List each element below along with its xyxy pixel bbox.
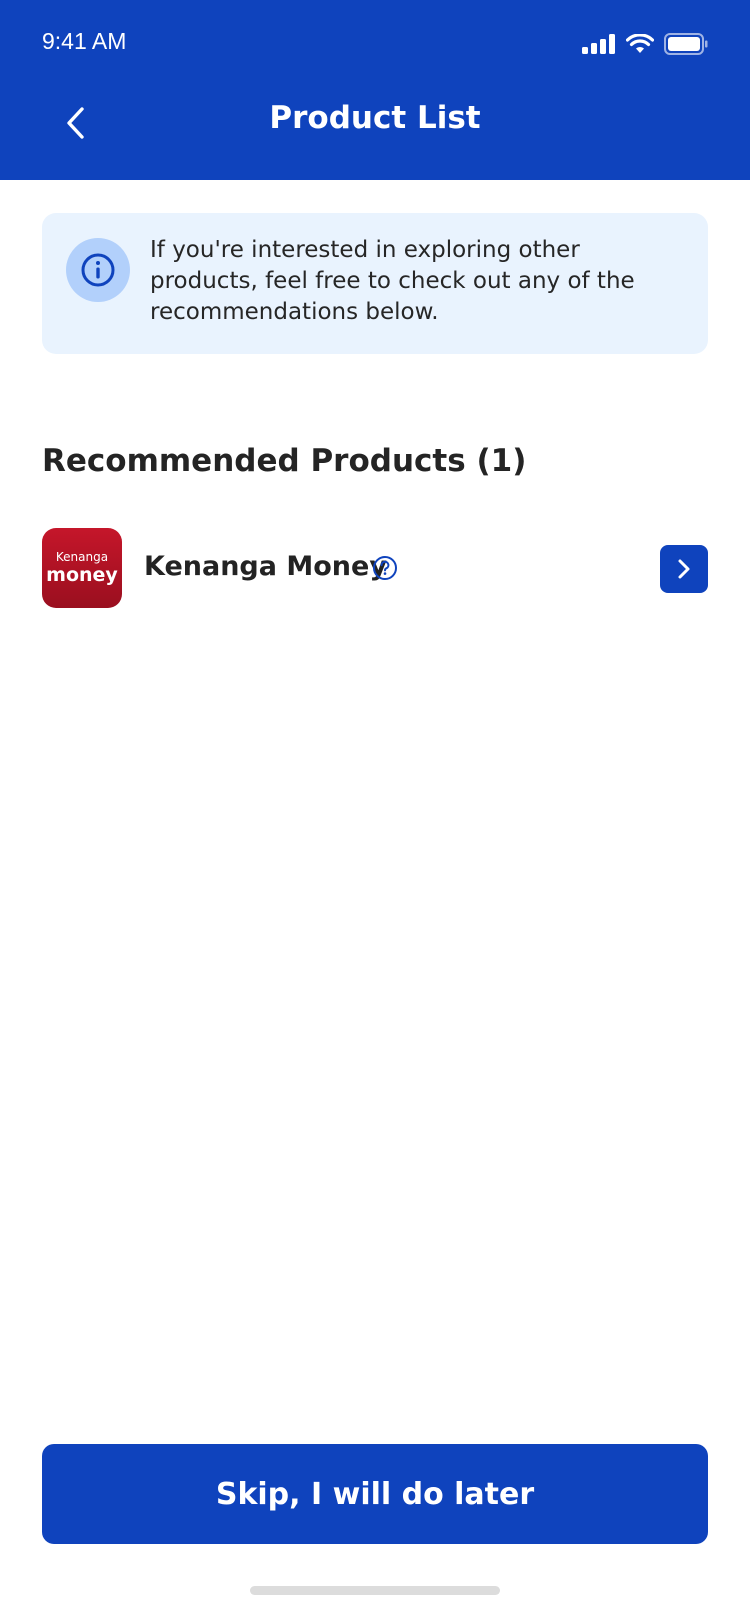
kenanga-money-logo: Kenanga money — [42, 528, 122, 608]
logo-text-top: Kenanga — [55, 550, 109, 564]
product-item[interactable]: Kenanga money Kenanga Money — [42, 528, 708, 608]
info-icon-container — [66, 238, 130, 302]
chevron-right-icon — [678, 559, 690, 579]
home-indicator — [250, 1586, 500, 1595]
status-icons — [582, 30, 708, 58]
page-title: Product List — [269, 100, 481, 136]
signal-icon — [582, 34, 615, 54]
info-icon — [81, 253, 115, 287]
question-circle-icon[interactable] — [372, 555, 398, 581]
product-list-screen: 9:41 AM Product List If you're intereste… — [0, 0, 750, 1624]
logo-text-bottom: money — [46, 564, 118, 586]
status-time: 9:41 AM — [42, 28, 127, 54]
wifi-icon — [626, 34, 654, 53]
product-name: Kenanga Money — [144, 551, 387, 582]
open-product-button[interactable] — [660, 545, 708, 593]
app-header: 9:41 AM Product List — [0, 0, 750, 180]
info-text: If you're interested in exploring other … — [150, 237, 635, 325]
skip-button[interactable]: Skip, I will do later — [42, 1444, 708, 1544]
info-banner: If you're interested in exploring other … — [42, 213, 708, 354]
section-title: Recommended Products (1) — [42, 443, 527, 479]
battery-icon — [664, 33, 708, 55]
